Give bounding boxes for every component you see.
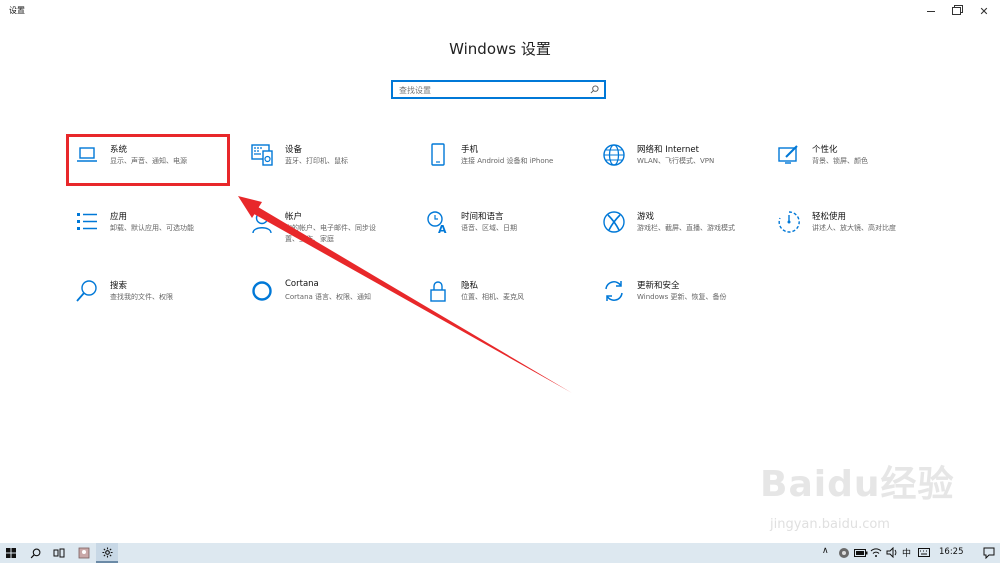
watermark-logo: Baidu经验 xyxy=(760,464,955,505)
tile-desc: WLAN、飞行模式、VPN xyxy=(637,157,715,165)
tile-cortana[interactable]: Cortana Cortana 语言、权限、通知 xyxy=(250,279,415,329)
wifi-icon[interactable] xyxy=(870,547,882,558)
window-title: 设置 xyxy=(9,6,25,15)
tile-desc: 查找我的文件、权限 xyxy=(110,293,173,301)
tile-desc: 讲述人、放大镜、高对比度 xyxy=(812,224,896,232)
settings-gear-icon xyxy=(101,546,113,558)
tile-name: 帐户 xyxy=(285,212,303,222)
tile-time-language[interactable]: A 时间和语言 语音、区域、日期 xyxy=(426,210,591,260)
tile-desc: 卸载、默认应用、可选功能 xyxy=(110,224,194,232)
tile-name: 隐私 xyxy=(461,281,479,291)
taskbar-search-button[interactable] xyxy=(24,543,46,563)
search-input[interactable] xyxy=(399,84,579,96)
search-icon[interactable] xyxy=(590,85,599,94)
tile-accounts[interactable]: 帐户 你的帐户、电子邮件、同步设 置、工作、家庭 xyxy=(250,210,415,260)
tile-desc: 语音、区域、日期 xyxy=(461,224,517,232)
lock-icon xyxy=(430,281,446,302)
tile-desc: 游戏栏、截屏、直播、游戏模式 xyxy=(637,224,735,232)
keyboard-speaker-icon xyxy=(251,144,273,166)
watermark-url: jingyan.baidu.com xyxy=(770,517,890,532)
tile-gaming[interactable]: 游戏 游戏栏、截屏、直播、游戏模式 xyxy=(602,210,767,260)
tile-phone[interactable]: 手机 连接 Android 设备和 iPhone xyxy=(426,143,591,193)
tile-desc: Cortana 语言、权限、通知 xyxy=(285,293,372,301)
phone-icon xyxy=(431,143,445,166)
tile-name: 游戏 xyxy=(637,212,655,222)
tray-chevron-icon[interactable]: ∧ xyxy=(822,546,829,556)
close-icon: ✕ xyxy=(979,4,989,18)
tile-devices[interactable]: 设备 蓝牙、打印机、鼠标 xyxy=(250,143,415,193)
xbox-icon xyxy=(603,211,625,233)
task-view-button[interactable] xyxy=(48,543,70,563)
tile-name: 时间和语言 xyxy=(461,212,504,222)
restore-icon xyxy=(951,7,961,15)
task-view-icon xyxy=(53,548,65,558)
clock[interactable]: 16:25 xyxy=(939,547,964,557)
tile-desc: 蓝牙、打印机、鼠标 xyxy=(285,157,348,165)
taskbar: ∧ 中 16:25 xyxy=(0,543,1000,563)
tile-name: Cortana xyxy=(285,279,319,289)
person-icon xyxy=(252,211,272,234)
tile-network[interactable]: 网络和 Internet WLAN、飞行模式、VPN xyxy=(602,143,767,193)
tile-privacy[interactable]: 隐私 位置、相机、麦克风 xyxy=(426,279,591,329)
keyboard-icon[interactable] xyxy=(918,547,930,558)
tile-name: 个性化 xyxy=(812,145,838,155)
start-button[interactable] xyxy=(0,543,22,563)
tile-ease-of-access[interactable]: 轻松使用 讲述人、放大镜、高对比度 xyxy=(777,210,942,260)
time-language-icon: A xyxy=(427,211,447,234)
tile-desc: 连接 Android 设备和 iPhone xyxy=(461,157,554,165)
globe-icon xyxy=(603,144,625,166)
highlight-box xyxy=(66,134,230,186)
battery-icon[interactable] xyxy=(854,548,868,558)
title-bar: 设置 ✕ xyxy=(0,0,1000,22)
search-box[interactable] xyxy=(391,80,606,99)
tile-update-security[interactable]: 更新和安全 Windows 更新、恢复、备份 xyxy=(602,279,767,329)
ease-of-access-icon xyxy=(778,211,800,233)
tile-search[interactable]: 搜索 查找我的文件、权限 xyxy=(75,279,240,329)
close-button[interactable]: ✕ xyxy=(968,0,1000,22)
tile-name: 网络和 Internet xyxy=(637,145,699,155)
tile-desc: 你的帐户、电子邮件、同步设 置、工作、家庭 xyxy=(285,224,376,243)
ime-indicator[interactable]: 中 xyxy=(902,546,911,559)
baidu-watermark: Baidu经验 jingyan.baidu.com xyxy=(760,455,975,545)
tile-name: 设备 xyxy=(285,145,303,155)
app-list-icon xyxy=(77,213,97,230)
search-icon xyxy=(30,548,40,558)
tile-personalization[interactable]: 个性化 背景、锁屏、颜色 xyxy=(777,143,942,193)
cortana-icon xyxy=(252,281,272,301)
tile-desc: 位置、相机、麦克风 xyxy=(461,293,524,301)
page-title: Windows 设置 xyxy=(449,40,551,58)
tile-name: 更新和安全 xyxy=(637,281,680,291)
search-icon xyxy=(76,280,97,302)
tile-name: 搜索 xyxy=(110,281,128,291)
volume-icon[interactable] xyxy=(886,547,898,558)
taskbar-app-button[interactable] xyxy=(73,543,95,563)
notification-icon[interactable] xyxy=(983,547,995,559)
app-icon xyxy=(78,547,90,559)
tile-apps[interactable]: 应用 卸载、默认应用、可选功能 xyxy=(75,210,240,260)
tile-name: 应用 xyxy=(110,212,128,222)
minimize-icon xyxy=(927,10,935,12)
sync-icon xyxy=(605,281,623,301)
tile-desc: 背景、锁屏、颜色 xyxy=(812,157,868,165)
tile-name: 轻松使用 xyxy=(812,212,847,222)
tray-app-icon[interactable] xyxy=(838,547,850,559)
tile-name: 手机 xyxy=(461,145,479,155)
paint-icon xyxy=(778,145,798,164)
windows-start-icon xyxy=(6,548,16,558)
tile-desc: Windows 更新、恢复、备份 xyxy=(637,293,727,301)
taskbar-settings-button[interactable] xyxy=(96,543,118,563)
svg-text:A: A xyxy=(438,223,447,234)
